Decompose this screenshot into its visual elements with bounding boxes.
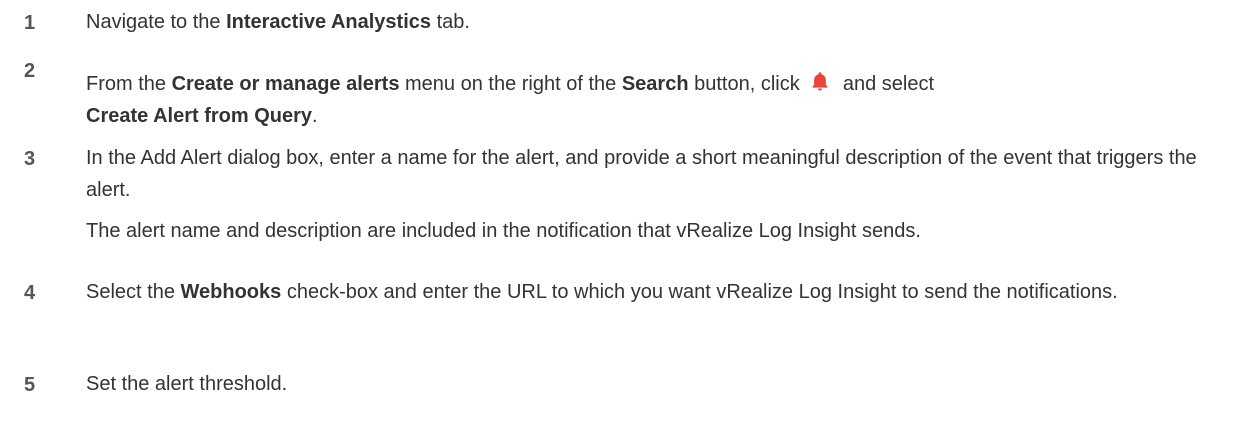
step-note: The alert name and description are inclu… (86, 220, 921, 242)
ui-term-create-alert-from-query: Create Alert from Query (86, 105, 312, 127)
step-number: 1 (24, 12, 36, 34)
text-run: tab. (431, 11, 470, 33)
ui-term-interactive-analytics: Interactive Analystics (226, 11, 432, 33)
step-number: 3 (24, 148, 36, 170)
ui-term-create-or-manage-alerts: Create or manage alerts (171, 73, 400, 95)
text-run: and select (837, 73, 935, 95)
step-text: Navigate to the Interactive Analystics t… (86, 6, 1226, 38)
ui-term-webhooks: Webhooks (180, 281, 282, 303)
text-run: Navigate to the (86, 11, 227, 33)
step-number: 4 (24, 282, 36, 304)
bell-icon (812, 72, 828, 91)
step-text: From the Create or manage alerts menu on… (86, 68, 1226, 132)
text-run: button, click (688, 73, 806, 95)
text-run: Select the (86, 281, 181, 303)
text-run: From the (86, 73, 172, 95)
step-number: 2 (24, 60, 36, 82)
text-run: check-box and enter the URL to which you… (281, 281, 1118, 303)
step-number: 5 (24, 374, 36, 396)
step-text: Select the Webhooks check-box and enter … (86, 276, 1226, 308)
text-run: . (312, 105, 318, 127)
step-text: In the Add Alert dialog box, enter a nam… (86, 147, 1197, 201)
ui-term-search: Search (621, 73, 689, 95)
step-text: Set the alert threshold. (86, 373, 288, 395)
text-run: menu on the right of the (399, 73, 622, 95)
